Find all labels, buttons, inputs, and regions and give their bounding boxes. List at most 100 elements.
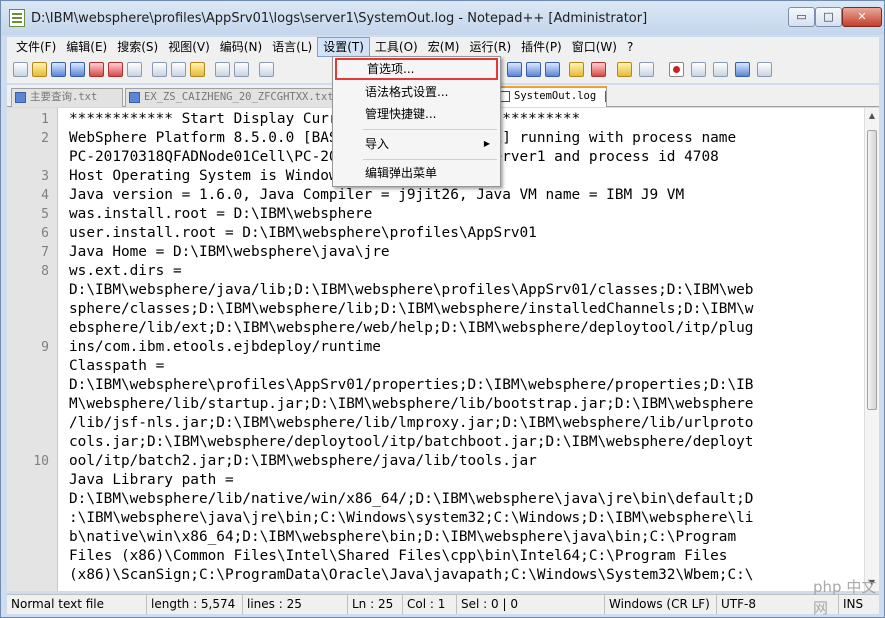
code-line[interactable]: (x86)\ScanSign;C:\ProgramData\Oracle\Jav…	[69, 566, 753, 585]
line-number: 4	[41, 188, 49, 203]
menu-item-import[interactable]: 导入 ▶	[335, 133, 498, 155]
monitoring-icon[interactable]	[639, 62, 654, 77]
line-number: 1	[41, 112, 49, 127]
code-line[interactable]: Classpath =	[69, 357, 164, 376]
status-selection: Sel : 0 | 0	[457, 595, 605, 614]
menu-bar: 文件(F) 编辑(E) 搜索(S) 视图(V) 编码(N) 语言(L) 设置(T…	[7, 37, 879, 57]
tab-ex-zs-caizheng[interactable]: EX_ZS_CAIZHENG_20_ZFCGHTXX.txt	[125, 88, 335, 107]
scrollbar-thumb[interactable]	[867, 130, 877, 410]
line-number	[7, 566, 49, 585]
code-line[interactable]: Java Library path =	[69, 471, 234, 490]
code-line[interactable]: D:\IBM\websphere\profiles\AppSrv01/prope…	[69, 376, 753, 395]
code-line[interactable]: M\websphere/lib/startup.jar;D:\IBM\websp…	[69, 395, 753, 414]
paste-icon[interactable]	[190, 62, 205, 77]
code-line[interactable]: Java version = 1.6.0, Java Compiler = j9…	[69, 186, 684, 205]
menu-encoding[interactable]: 编码(N)	[215, 37, 267, 57]
menu-item-preferences[interactable]: 首选项...	[335, 58, 498, 80]
menu-file[interactable]: 文件(F)	[11, 37, 61, 57]
cut-icon[interactable]	[152, 62, 167, 77]
scroll-up-arrow-icon[interactable]: ▲	[865, 108, 879, 124]
wrap-icon[interactable]	[507, 62, 522, 77]
code-line[interactable]: Java Home = D:\IBM\websphere\java\jre	[69, 243, 390, 262]
folder-workspace-icon[interactable]	[617, 62, 632, 77]
minimize-button[interactable]: ▭	[788, 7, 815, 27]
menu-item-shortcut-mapper[interactable]: 管理快捷键...	[335, 103, 498, 125]
code-line[interactable]: ************ Start Display Current Envir…	[69, 110, 580, 129]
menu-view[interactable]: 视图(V)	[163, 37, 215, 57]
menu-settings[interactable]: 设置(T)	[317, 37, 370, 57]
menu-item-import-label: 导入	[365, 137, 390, 151]
tab-systemout-log[interactable]: SystemOut.log x	[495, 86, 607, 107]
save-icon[interactable]	[51, 62, 66, 77]
code-line[interactable]: ebsphere/lib/ext;D:\IBM\websphere/web/he…	[69, 319, 753, 338]
playback-macro-icon[interactable]	[713, 62, 728, 77]
line-number	[7, 395, 49, 414]
save-macro-icon[interactable]	[757, 62, 772, 77]
menu-plugins[interactable]: 插件(P)	[516, 37, 567, 57]
maximize-button[interactable]: □	[815, 7, 842, 27]
line-number	[7, 547, 49, 566]
close-file-icon[interactable]	[89, 62, 104, 77]
code-line[interactable]: Files (x86)\Common Files\Intel\Shared Fi…	[69, 547, 727, 566]
status-lines: lines : 25	[247, 597, 302, 611]
new-file-icon[interactable]	[13, 62, 28, 77]
menu-search[interactable]: 搜索(S)	[112, 37, 163, 57]
menu-macro[interactable]: 宏(M)	[423, 37, 465, 57]
line-number	[7, 414, 49, 433]
stop-record-icon[interactable]	[691, 62, 706, 77]
line-number	[7, 281, 49, 300]
tab-close-icon[interactable]: x	[604, 90, 606, 102]
code-line[interactable]: ws.ext.dirs =	[69, 262, 182, 281]
copy-icon[interactable]	[171, 62, 186, 77]
line-number: 2	[41, 131, 49, 146]
save-all-icon[interactable]	[70, 62, 85, 77]
code-line[interactable]: D:\IBM\websphere/java/lib;D:\IBM\websphe…	[69, 281, 753, 300]
line-number: 5	[41, 207, 49, 222]
title-bar[interactable]: D:\IBM\websphere\profiles\AppSrv01\logs\…	[1, 1, 884, 35]
code-line[interactable]: ins/com.ibm.etools.ejbdeploy/runtime	[69, 338, 381, 357]
find-icon[interactable]	[259, 62, 274, 77]
status-ln: Ln : 25	[347, 595, 403, 614]
doc-map-icon[interactable]	[569, 62, 584, 77]
status-eol[interactable]: Windows (CR LF)	[605, 595, 717, 614]
vertical-scrollbar[interactable]: ▲ ▼	[864, 108, 879, 591]
menu-item-edit-popup-menu[interactable]: 编辑弹出菜单	[335, 162, 498, 184]
code-line[interactable]: ool/itp/batch2.jar;D:\IBM\websphere/java…	[69, 452, 537, 471]
status-col: Col : 1	[403, 595, 457, 614]
function-list-icon[interactable]	[591, 62, 606, 77]
menu-run[interactable]: 运行(R)	[464, 37, 516, 57]
line-number: 7	[41, 245, 49, 260]
close-button[interactable]: ✕	[842, 7, 882, 27]
menu-separator	[363, 159, 497, 160]
all-chars-icon[interactable]	[526, 62, 541, 77]
print-icon[interactable]	[127, 62, 142, 77]
code-line[interactable]: /lib/jsf-nls.jar;D:\IBM\websphere/lib/lm…	[69, 414, 753, 433]
code-line[interactable]: sphere/classes;D:\IBM\websphere/lib;D:\I…	[69, 300, 753, 319]
line-number	[7, 148, 49, 167]
menu-window[interactable]: 窗口(W)	[567, 37, 622, 57]
menu-tools[interactable]: 工具(O)	[370, 37, 423, 57]
undo-icon[interactable]	[215, 62, 230, 77]
redo-icon[interactable]	[234, 62, 249, 77]
menu-help[interactable]: ?	[622, 37, 638, 57]
close-all-icon[interactable]	[108, 62, 123, 77]
menu-language[interactable]: 语言(L)	[267, 37, 317, 57]
run-macro-multiple-icon[interactable]	[735, 62, 750, 77]
indent-guide-icon[interactable]	[545, 62, 560, 77]
tab-label: 主要查询.txt	[30, 91, 98, 103]
tab-main-query[interactable]: 主要查询.txt	[11, 88, 123, 107]
open-file-icon[interactable]	[32, 62, 47, 77]
menu-item-style-configurator[interactable]: 语法格式设置...	[335, 81, 498, 103]
menu-edit[interactable]: 编辑(E)	[61, 37, 112, 57]
code-line[interactable]: b\native\win\x86_64;D:\IBM\websphere\bin…	[69, 528, 736, 547]
line-number	[7, 490, 49, 509]
notepad-app-icon	[9, 9, 25, 27]
code-line[interactable]: was.install.root = D:\IBM\websphere	[69, 205, 372, 224]
line-number	[7, 357, 49, 376]
file-saved-icon	[129, 92, 140, 103]
code-line[interactable]: cols.jar;D:\IBM\websphere/deploytool/itp…	[69, 433, 753, 452]
code-line[interactable]: :\IBM\websphere\java\jre\bin;C:\Windows\…	[69, 509, 753, 528]
record-macro-icon[interactable]	[669, 62, 684, 77]
code-line[interactable]: D:\IBM\websphere/lib/native/win/x86_64/;…	[69, 490, 753, 509]
code-line[interactable]: user.install.root = D:\IBM\websphere\pro…	[69, 224, 537, 243]
